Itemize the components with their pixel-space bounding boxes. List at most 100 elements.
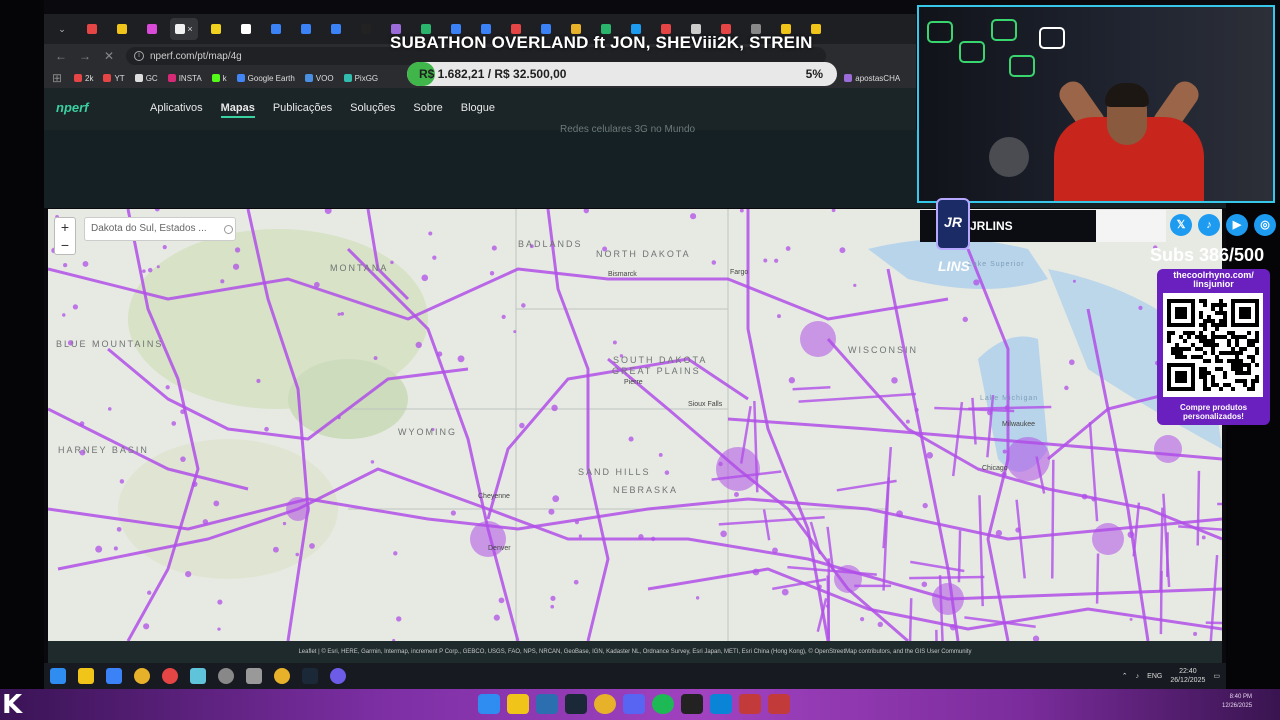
bookmark-item[interactable]: INSTA [167, 74, 202, 83]
chrome-icon[interactable] [594, 694, 616, 714]
coverage-city-cluster [286, 497, 310, 521]
coverage-point [720, 530, 727, 538]
steam-icon[interactable] [302, 668, 318, 684]
coverage-point [552, 495, 560, 503]
notification-icon[interactable]: ▭ [1213, 672, 1220, 680]
coverage-point [877, 621, 884, 628]
nav-publicacoes[interactable]: Publicações [273, 102, 332, 118]
browser-tab[interactable]: × [170, 18, 198, 40]
bookmark-item[interactable]: YT [103, 74, 125, 83]
bookmark-item[interactable]: GC [134, 74, 158, 83]
coverage-city-cluster [1092, 523, 1124, 555]
browser-tab[interactable] [140, 18, 164, 40]
zoom-in-button[interactable]: + [55, 218, 75, 236]
windows-start-icon[interactable] [478, 694, 500, 714]
edge-icon[interactable] [536, 694, 558, 714]
bookmark-item[interactable]: Google Earth [236, 74, 295, 83]
browser-tab[interactable] [324, 18, 348, 40]
browser-tab[interactable] [294, 18, 318, 40]
coverage-road [486, 357, 749, 520]
coverage-point [162, 245, 167, 250]
nav-solucoes[interactable]: Soluções [350, 102, 395, 118]
chevron-up-icon[interactable]: ⌃ [1122, 672, 1128, 680]
close-tab-icon[interactable]: × [187, 24, 192, 34]
qr-module [1227, 383, 1231, 387]
qr-module [1239, 371, 1243, 375]
qr-cta: Compre produtos personalizados! [1179, 403, 1248, 421]
coverage-point [1193, 631, 1198, 636]
coverage-point [628, 436, 634, 442]
site-info-icon[interactable]: i [134, 51, 144, 61]
search-icon[interactable] [224, 225, 233, 234]
coverage-point [220, 279, 225, 284]
bookmark-item[interactable]: 2k [74, 74, 93, 83]
store-icon[interactable] [106, 668, 122, 684]
map-search-input[interactable]: Dakota do Sul, Estados ... [84, 217, 236, 241]
discord-icon[interactable] [623, 694, 645, 714]
chrome-icon[interactable] [134, 668, 150, 684]
settings-icon[interactable] [218, 668, 234, 684]
tab-search-button[interactable]: ⌄ [50, 18, 74, 40]
neon-hex-decor [1039, 27, 1065, 49]
qr-module [1211, 335, 1215, 339]
app-icon[interactable] [190, 668, 206, 684]
qr-module [1175, 343, 1179, 347]
map-label: NEBRASKA [613, 485, 679, 495]
chrome-icon[interactable] [274, 668, 290, 684]
browser-tab[interactable] [204, 18, 228, 40]
coverage-point [79, 421, 85, 427]
stop-loading-icon[interactable]: ✕ [102, 49, 116, 63]
coverage-point [774, 258, 779, 263]
qr-module [1235, 379, 1239, 383]
bookmark-item[interactable]: apostasCHA [844, 74, 900, 83]
clock[interactable]: 22:40 26/12/2025 [1170, 667, 1205, 685]
opera-icon[interactable] [162, 668, 178, 684]
qr-module [1239, 351, 1243, 355]
browser-tab[interactable] [264, 18, 288, 40]
browser-tab[interactable] [80, 18, 104, 40]
nperf-logo[interactable]: nperf [56, 100, 89, 115]
browser-tab[interactable] [110, 18, 134, 40]
forward-icon[interactable]: → [78, 49, 92, 63]
language-indicator[interactable]: ENG [1147, 673, 1162, 680]
app-icon[interactable] [768, 694, 790, 714]
nav-mapas[interactable]: Mapas [220, 102, 255, 118]
browser-tab[interactable] [234, 18, 258, 40]
coverage-point [831, 209, 836, 213]
coverage-point [1072, 279, 1076, 283]
brand-name: JRLINS [970, 219, 1013, 233]
bookmark-item[interactable]: VOO [304, 74, 334, 83]
coverage-point [147, 267, 153, 273]
app-icon[interactable] [710, 694, 732, 714]
browser-tab[interactable] [354, 18, 378, 40]
windows-start-icon[interactable] [50, 668, 66, 684]
app-icon[interactable] [246, 668, 262, 684]
obs-icon[interactable] [330, 668, 346, 684]
host-clock[interactable]: 8:40 PM 12/26/2025 [1222, 693, 1252, 711]
app-icon[interactable] [739, 694, 761, 714]
bookmark-item[interactable]: PixGG [343, 74, 378, 83]
qr-module [1235, 335, 1239, 339]
coverage-point [202, 519, 209, 525]
coverage-map[interactable]: NORTH DAKOTA SOUTH DAKOTA GREAT PLAINS M… [48, 209, 1222, 641]
bookmark-item[interactable]: k [211, 74, 227, 83]
spotify-icon[interactable] [652, 694, 674, 714]
coverage-point [324, 209, 332, 215]
qr-module [1215, 383, 1219, 387]
steam-icon[interactable] [565, 694, 587, 714]
coverage-point [638, 534, 644, 540]
nav-sobre[interactable]: Sobre [413, 102, 442, 118]
file-explorer-icon[interactable] [507, 694, 529, 714]
back-icon[interactable]: ← [54, 49, 68, 63]
app-icon[interactable] [681, 694, 703, 714]
coverage-point [583, 209, 590, 214]
coverage-point [314, 281, 320, 288]
apps-grid-icon[interactable]: ⊞ [50, 71, 64, 85]
qr-module [1219, 335, 1223, 339]
zoom-out-button[interactable]: − [55, 236, 75, 254]
nav-blogue[interactable]: Blogue [461, 102, 495, 118]
nav-aplicativos[interactable]: Aplicativos [150, 102, 203, 118]
file-explorer-icon[interactable] [78, 668, 94, 684]
volume-icon[interactable]: ♪ [1136, 673, 1140, 680]
map-label: Denver [488, 545, 511, 552]
